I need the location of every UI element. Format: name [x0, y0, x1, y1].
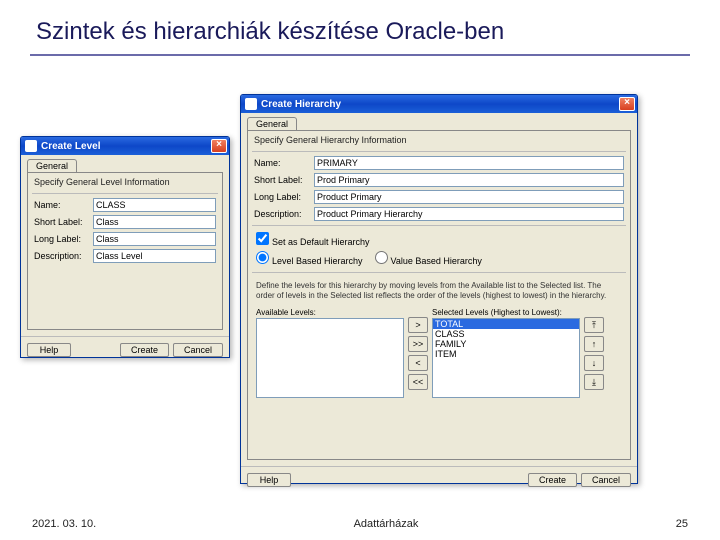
create-level-titlebar: Create Level × [21, 137, 229, 155]
create-level-title: Create Level [41, 141, 211, 152]
list-item[interactable]: FAMILY [433, 339, 579, 349]
level-section-label: Specify General Level Information [28, 173, 222, 189]
tab-row: General [27, 159, 229, 172]
footer-title: Adattárházak [354, 518, 419, 530]
long-label-input[interactable] [314, 190, 624, 204]
separator [32, 193, 218, 194]
short-label: Short Label: [254, 175, 314, 185]
short-label-input[interactable] [93, 215, 216, 229]
title-underline [30, 54, 690, 56]
slide-title: Szintek és hierarchiák készítése Oracle-… [0, 0, 720, 54]
available-levels-list[interactable] [256, 318, 404, 398]
long-label: Long Label: [254, 192, 314, 202]
create-button[interactable]: Create [120, 343, 169, 357]
long-label: Long Label: [34, 234, 93, 244]
list-item[interactable]: CLASS [433, 329, 579, 339]
remove-button[interactable]: < [408, 355, 428, 371]
name-label: Name: [254, 158, 314, 168]
default-hierarchy-checkbox[interactable]: Set as Default Hierarchy [256, 232, 370, 247]
create-level-window: Create Level × General Specify General L… [20, 136, 230, 358]
separator [252, 225, 626, 226]
list-item[interactable]: TOTAL [433, 319, 579, 329]
move-up-button[interactable]: ↑ [584, 336, 604, 352]
tab-general[interactable]: General [247, 117, 297, 130]
long-label-input[interactable] [93, 232, 216, 246]
level-panel: Specify General Level Information Name: … [27, 172, 223, 330]
value-based-radio[interactable]: Value Based Hierarchy [375, 251, 482, 266]
close-icon[interactable]: × [619, 97, 635, 111]
cancel-button[interactable]: Cancel [581, 473, 631, 487]
add-all-button[interactable]: >> [408, 336, 428, 352]
create-hierarchy-title: Create Hierarchy [261, 99, 619, 110]
move-bottom-button[interactable]: ⤓ [584, 374, 604, 390]
hierarchy-panel: Specify General Hierarchy Information Na… [247, 130, 631, 460]
instruction-text: Define the levels for this hierarchy by … [248, 277, 630, 304]
cancel-button[interactable]: Cancel [173, 343, 223, 357]
selected-levels-label: Selected Levels (Highest to Lowest): [432, 308, 580, 318]
selected-levels-list[interactable]: TOTAL CLASS FAMILY ITEM [432, 318, 580, 398]
hierarchy-button-row: Help Create Cancel [241, 466, 637, 493]
available-levels-label: Available Levels: [256, 308, 404, 318]
separator [252, 151, 626, 152]
name-input[interactable] [314, 156, 624, 170]
list-item[interactable]: ITEM [433, 349, 579, 359]
footer-date: 2021. 03. 10. [32, 518, 96, 530]
window-icon [245, 98, 257, 110]
description-input[interactable] [314, 207, 624, 221]
level-button-row: Help Create Cancel [21, 336, 229, 363]
create-hierarchy-window: Create Hierarchy × General Specify Gener… [240, 94, 638, 484]
slide-footer: 2021. 03. 10. Adattárházak 25 [0, 518, 720, 530]
default-hierarchy-cb[interactable] [256, 232, 269, 245]
footer-page: 25 [676, 518, 688, 530]
hierarchy-section-label: Specify General Hierarchy Information [248, 131, 630, 147]
tab-general[interactable]: General [27, 159, 77, 172]
tab-row: General [247, 117, 637, 130]
create-button[interactable]: Create [528, 473, 577, 487]
add-button[interactable]: > [408, 317, 428, 333]
description-input[interactable] [93, 249, 216, 263]
close-icon[interactable]: × [211, 139, 227, 153]
name-label: Name: [34, 200, 93, 210]
description-label: Description: [34, 251, 93, 261]
short-label-input[interactable] [314, 173, 624, 187]
level-based-radio[interactable]: Level Based Hierarchy [256, 251, 363, 266]
description-label: Description: [254, 209, 314, 219]
short-label: Short Label: [34, 217, 93, 227]
help-button[interactable]: Help [247, 473, 291, 487]
window-icon [25, 140, 37, 152]
name-input[interactable] [93, 198, 216, 212]
shuttle-area: Available Levels: > >> < << Selected Lev… [248, 304, 630, 408]
move-down-button[interactable]: ↓ [584, 355, 604, 371]
separator [252, 272, 626, 273]
remove-all-button[interactable]: << [408, 374, 428, 390]
level-based-rb[interactable] [256, 251, 269, 264]
value-based-rb[interactable] [375, 251, 388, 264]
move-top-button[interactable]: ⤒ [584, 317, 604, 333]
help-button[interactable]: Help [27, 343, 71, 357]
create-hierarchy-titlebar: Create Hierarchy × [241, 95, 637, 113]
